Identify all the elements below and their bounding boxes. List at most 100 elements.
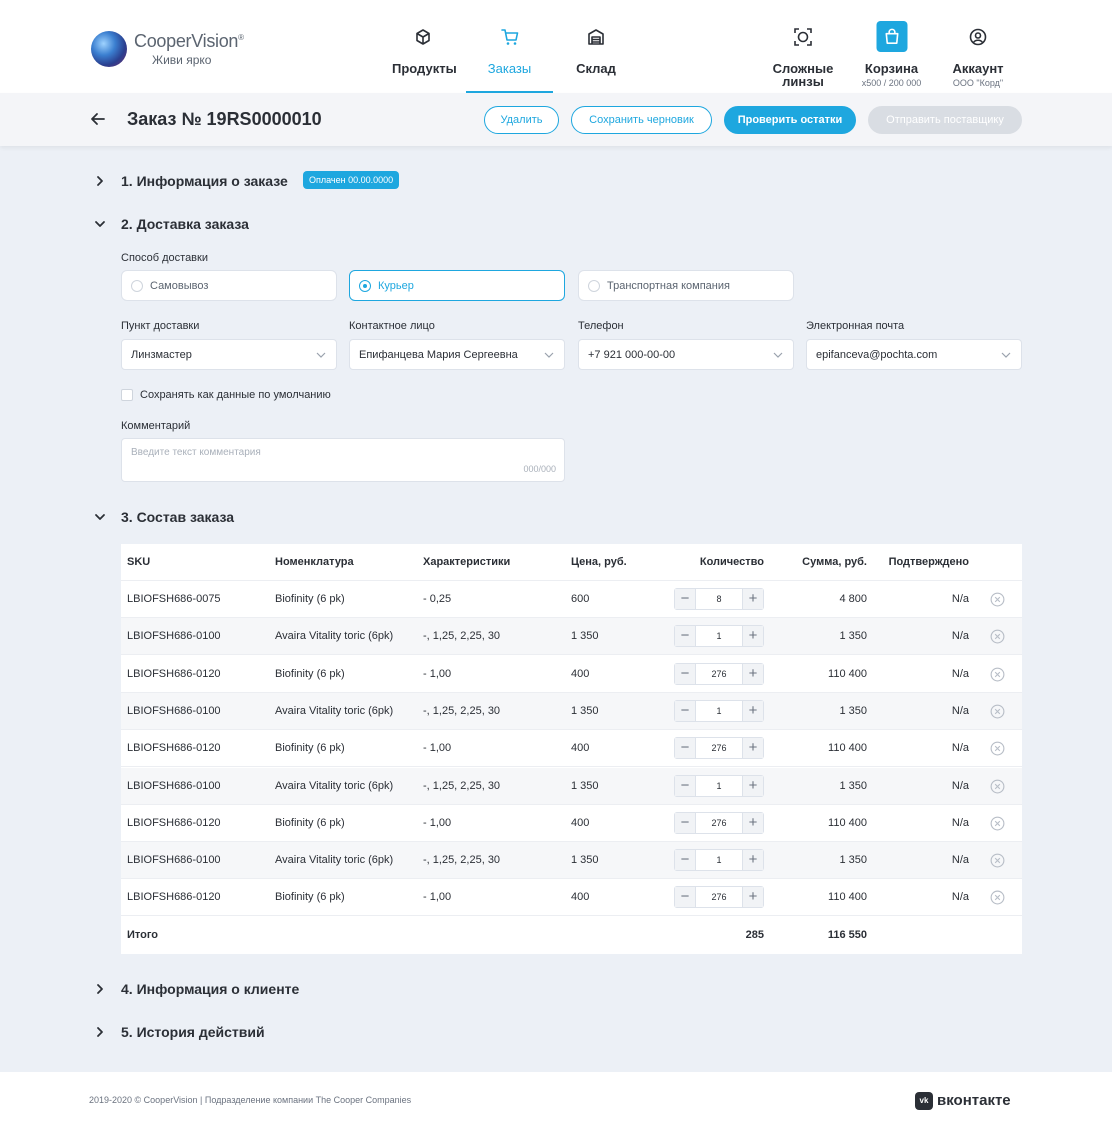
quantity-input[interactable]: 8 xyxy=(696,589,742,609)
remove-circle-icon[interactable] xyxy=(990,704,1005,719)
footer: 2019-2020 © CooperVision | Подразделение… xyxy=(0,1072,1112,1128)
cell-price: 400 xyxy=(571,667,590,680)
remove-circle-icon[interactable] xyxy=(990,779,1005,794)
status-badge: Оплачен 00.00.0000 xyxy=(303,171,400,189)
save-default-checkbox[interactable] xyxy=(121,389,133,401)
cell-sku: LBIOFSH686-0100 xyxy=(127,854,221,867)
nav-warehouse[interactable]: Склад xyxy=(575,0,617,93)
delivery-point-label: Пункт доставки xyxy=(121,320,200,332)
cell-price: 400 xyxy=(571,742,590,755)
decrement-button[interactable]: − xyxy=(675,700,696,721)
contact-person-label: Контактное лицо xyxy=(349,320,435,332)
quantity-input[interactable]: 1 xyxy=(696,701,742,721)
section-history[interactable]: 5. История действий xyxy=(94,1022,314,1042)
remove-circle-icon[interactable] xyxy=(990,741,1005,756)
cell-sku: LBIOFSH686-0075 xyxy=(127,593,221,605)
cell-sku: LBIOFSH686-0120 xyxy=(127,816,221,829)
radio-courier[interactable]: Курьер xyxy=(349,270,565,301)
cell-sku: LBIOFSH686-0120 xyxy=(127,891,221,904)
brand-reg-mark: ® xyxy=(238,33,244,42)
cell-price: 1 350 xyxy=(571,779,599,792)
remove-circle-icon[interactable] xyxy=(990,853,1005,868)
col-name-header: Номенклатура xyxy=(275,556,354,568)
section-title: 2. Доставка заказа xyxy=(121,216,249,232)
quantity-stepper: −1 + xyxy=(674,625,764,648)
increment-button[interactable]: + xyxy=(742,663,763,684)
send-to-supplier-button[interactable]: Отправить поставщику xyxy=(868,106,1022,134)
quantity-input[interactable]: 276 xyxy=(696,738,742,758)
cell-chars: -, 1,25, 2,25, 30 xyxy=(423,854,501,867)
vk-link[interactable]: vk вконтакте xyxy=(915,1091,1022,1111)
remove-circle-icon[interactable] xyxy=(990,890,1005,905)
remove-circle-icon[interactable] xyxy=(990,629,1005,644)
col-chars-header: Характеристики xyxy=(423,556,511,568)
cart-button[interactable] xyxy=(876,21,907,52)
quantity-input[interactable]: 1 xyxy=(696,626,742,646)
back-arrow-icon[interactable] xyxy=(90,111,106,127)
decrement-button[interactable]: − xyxy=(675,850,696,871)
col-sum-header: Сумма, руб. xyxy=(802,556,867,568)
check-stock-button[interactable]: Проверить остатки xyxy=(724,106,856,134)
cell-name: Avaira Vitality toric (6pk) xyxy=(275,779,394,792)
delete-button[interactable]: Удалить xyxy=(484,106,559,134)
email-select[interactable]: epifanceva@pochta.com xyxy=(806,339,1022,370)
cell-confirmed: N/a xyxy=(951,630,969,643)
decrement-button[interactable]: − xyxy=(675,738,696,759)
table-row: LBIOFSH686-0120 Biofinity (6 pk) - 1,00 400… xyxy=(121,805,1022,842)
nav-orders[interactable]: Заказы xyxy=(466,0,553,93)
increment-button[interactable]: + xyxy=(742,626,763,647)
quantity-input[interactable]: 276 xyxy=(696,813,742,833)
quantity-input[interactable]: 276 xyxy=(696,664,742,684)
contact-person-select[interactable]: Епифанцева Мария Сергеевна xyxy=(349,339,565,370)
increment-button[interactable]: + xyxy=(742,738,763,759)
cell-sum: 110 400 xyxy=(828,891,867,904)
increment-button[interactable]: + xyxy=(742,589,763,609)
table-row: LBIOFSH686-0100 Avaira Vitality toric (6p… xyxy=(121,842,1022,880)
nav-products[interactable]: Продукты xyxy=(392,0,457,93)
quantity-stepper: −276 + xyxy=(674,662,764,685)
increment-button[interactable]: + xyxy=(742,850,763,871)
decrement-button[interactable]: − xyxy=(675,887,696,908)
nav-account[interactable]: Аккаунт ООО "Корд" xyxy=(948,0,1008,93)
increment-button[interactable]: + xyxy=(742,775,763,796)
section-order-info[interactable]: 1. Информация о заказе xyxy=(94,171,294,191)
cell-chars: - 0,25 xyxy=(423,593,452,605)
decrement-button[interactable]: − xyxy=(675,589,696,609)
nav-cart[interactable]: Корзина x500 / 200 000 xyxy=(861,0,922,93)
section-delivery[interactable]: 2. Доставка заказа xyxy=(94,214,294,234)
cell-sum: 1 350 xyxy=(839,779,867,792)
decrement-button[interactable]: − xyxy=(675,775,696,796)
increment-button[interactable]: + xyxy=(742,700,763,721)
comment-textarea[interactable]: Введите текст комментария 000/000 xyxy=(121,438,565,482)
brand-name[interactable]: CooperVision® xyxy=(134,31,244,52)
cell-confirmed: N/a xyxy=(951,742,969,755)
decrement-button[interactable]: − xyxy=(675,626,696,647)
nav-complex-lenses[interactable]: Сложные линзы xyxy=(771,0,835,93)
quantity-input[interactable]: 1 xyxy=(696,850,742,870)
table-row: LBIOFSH686-0100 Avaira Vitality toric (6p… xyxy=(121,618,1022,656)
remove-circle-icon[interactable] xyxy=(990,667,1005,682)
radio-pickup[interactable]: Самовывоз xyxy=(121,270,337,301)
select-value: +7 921 000-00-00 xyxy=(588,349,676,361)
remove-circle-icon[interactable] xyxy=(990,816,1005,831)
cell-confirmed: N/a xyxy=(951,704,969,717)
decrement-button[interactable]: − xyxy=(675,663,696,684)
comment-placeholder: Введите текст комментария xyxy=(131,447,261,458)
delivery-point-select[interactable]: Линзмастер xyxy=(121,339,337,370)
col-sku-header: SKU xyxy=(127,556,151,568)
quantity-input[interactable]: 1 xyxy=(696,776,742,796)
increment-button[interactable]: + xyxy=(742,812,763,833)
increment-button[interactable]: + xyxy=(742,887,763,908)
coopervision-logo-icon[interactable] xyxy=(91,31,127,67)
decrement-button[interactable]: − xyxy=(675,812,696,833)
section-order-items[interactable]: 3. Состав заказа xyxy=(94,507,294,527)
nav-complex-label: Сложные линзы xyxy=(771,62,835,88)
quantity-input[interactable]: 276 xyxy=(696,887,742,907)
save-draft-button[interactable]: Сохранить черновик xyxy=(571,106,712,134)
nav-account-sub: ООО "Корд" xyxy=(952,78,1004,88)
section-client-info[interactable]: 4. Информация о клиенте xyxy=(94,979,314,999)
table-row: LBIOFSH686-0100 Avaira Vitality toric (6p… xyxy=(121,767,1022,805)
remove-circle-icon[interactable] xyxy=(990,592,1005,607)
phone-select[interactable]: +7 921 000-00-00 xyxy=(578,339,794,370)
radio-transport-company[interactable]: Транспортная компания xyxy=(578,270,794,301)
